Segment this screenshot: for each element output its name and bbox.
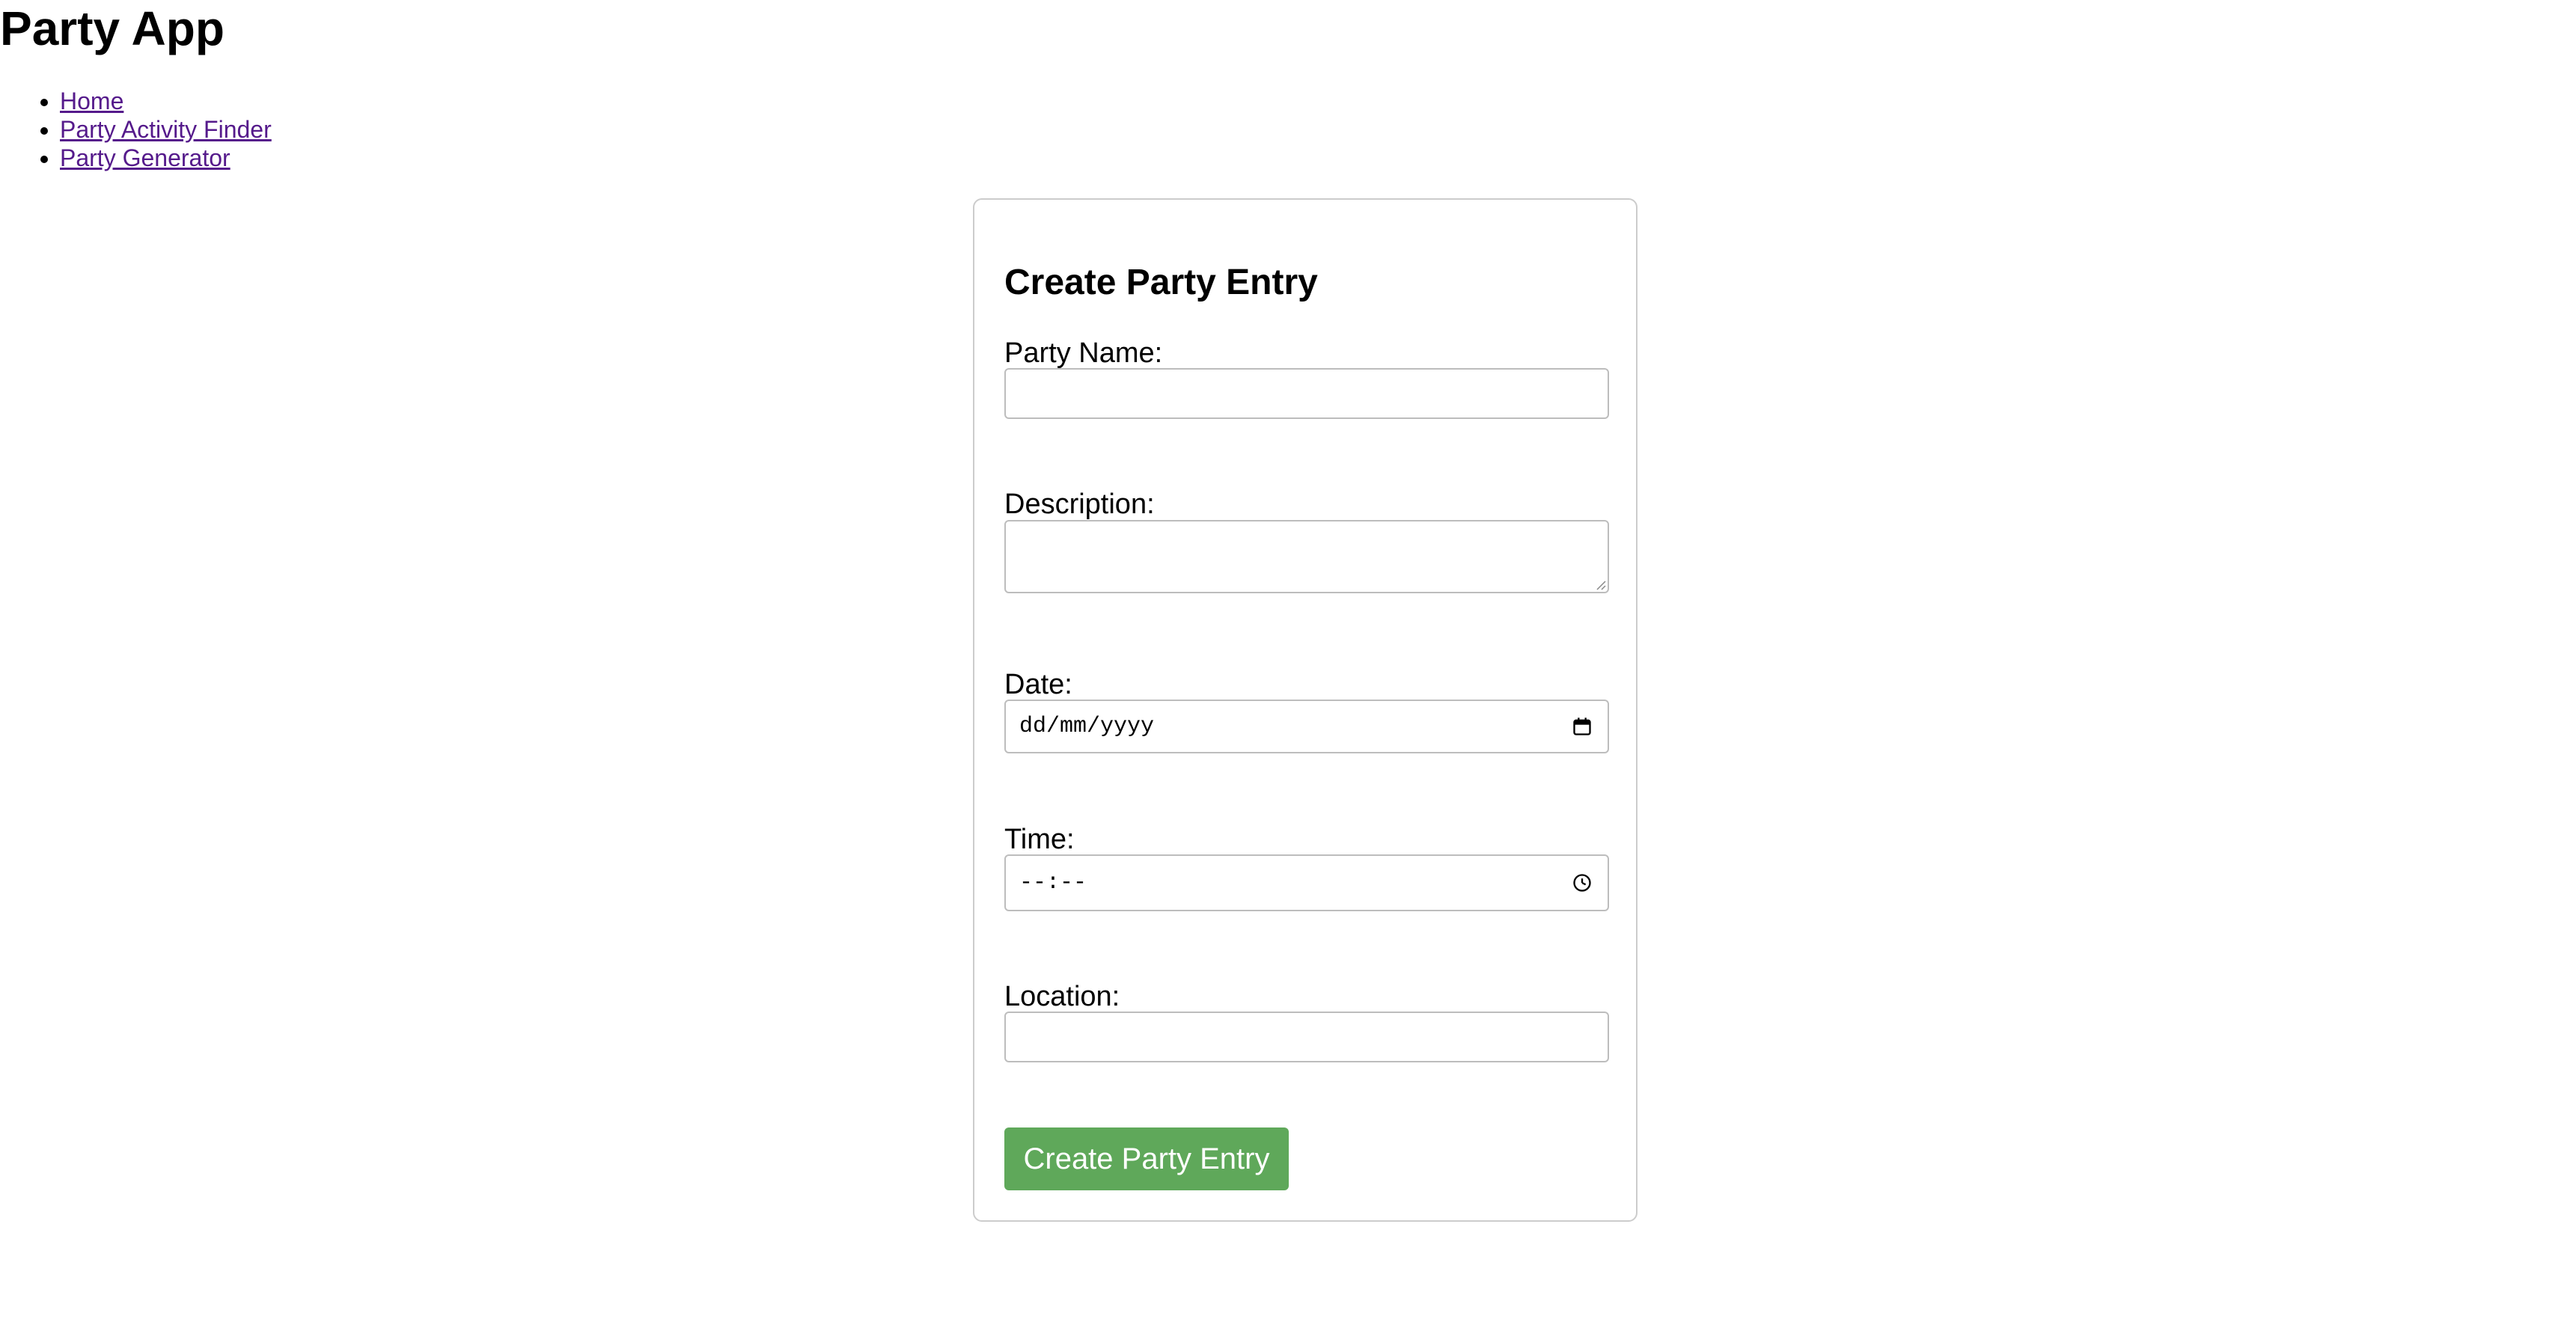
resize-grip-icon[interactable] xyxy=(1594,578,1606,590)
main-nav: Home Party Activity Finder Party Generat… xyxy=(0,87,272,172)
location-label: Location: xyxy=(1004,981,1120,1012)
date-placeholder: dd/mm/yyyy xyxy=(1019,714,1155,739)
description-label: Description: xyxy=(1004,489,1155,520)
nav-item-party-activity-finder: Party Activity Finder xyxy=(60,115,272,144)
description-textarea[interactable] xyxy=(1006,521,1608,592)
nav-link-party-generator[interactable]: Party Generator xyxy=(60,144,231,171)
nav-item-party-generator: Party Generator xyxy=(60,144,272,172)
time-placeholder: --:-- xyxy=(1019,870,1087,896)
time-label: Time: xyxy=(1004,824,1075,855)
date-input[interactable]: dd/mm/yyyy xyxy=(1004,700,1609,753)
nav-link-party-activity-finder[interactable]: Party Activity Finder xyxy=(60,116,272,143)
form-title: Create Party Entry xyxy=(1004,263,1318,302)
date-label: Date: xyxy=(1004,669,1072,700)
nav-link-home[interactable]: Home xyxy=(60,88,123,114)
party-name-input[interactable] xyxy=(1006,370,1608,417)
create-party-form-card: Create Party Entry Party Name: Descripti… xyxy=(973,198,1638,1222)
app-title: Party App xyxy=(0,1,225,55)
party-name-label: Party Name: xyxy=(1004,337,1163,369)
description-field-box xyxy=(1004,520,1609,593)
location-field-box xyxy=(1004,1012,1609,1062)
create-party-entry-button[interactable]: Create Party Entry xyxy=(1004,1127,1289,1190)
party-name-field-box xyxy=(1004,368,1609,419)
page: Party App Home Party Activity Finder Par… xyxy=(0,0,2576,1328)
clock-icon[interactable] xyxy=(1572,872,1593,893)
time-input[interactable]: --:-- xyxy=(1004,854,1609,911)
calendar-icon[interactable] xyxy=(1572,716,1593,737)
location-input[interactable] xyxy=(1006,1013,1608,1061)
nav-item-home: Home xyxy=(60,87,272,115)
